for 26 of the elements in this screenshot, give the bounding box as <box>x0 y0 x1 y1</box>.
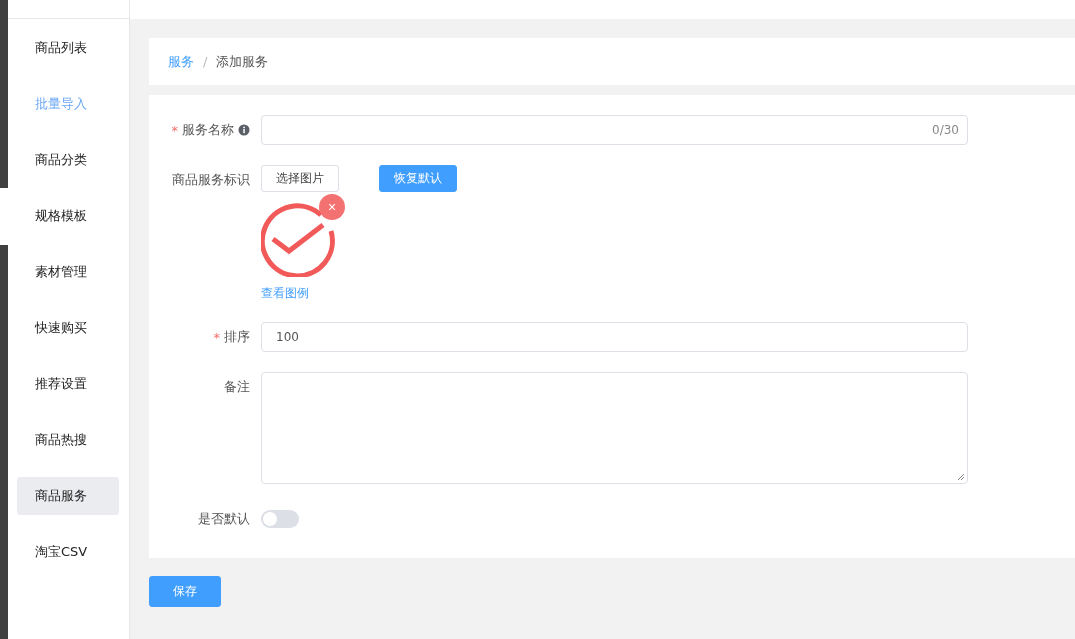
default-toggle[interactable] <box>261 510 299 528</box>
sort-input[interactable]: 100 <box>261 322 968 352</box>
field-label: 商品服务标识 <box>172 171 250 189</box>
sidebar-item[interactable]: 商品服务 <box>17 477 119 515</box>
character-counter: 0/30 <box>932 123 959 137</box>
sidebar-item[interactable]: 商品热搜 <box>17 421 119 459</box>
breadcrumb-separator: / <box>203 54 208 69</box>
sidebar-item[interactable]: 商品分类 <box>17 141 119 179</box>
sidebar-item[interactable]: 规格模板 <box>17 197 119 235</box>
sidebar-item[interactable]: 素材管理 <box>17 253 119 291</box>
check-circle-icon <box>261 201 337 277</box>
required-asterisk: * <box>171 122 178 138</box>
field-label: 服务名称 <box>182 121 234 139</box>
sidebar-item[interactable]: 淘宝CSV <box>17 533 119 571</box>
field-label: 是否默认 <box>198 510 250 528</box>
breadcrumb-current: 添加服务 <box>216 52 269 71</box>
info-icon[interactable] <box>238 124 250 136</box>
field-label: 备注 <box>224 378 250 396</box>
choose-image-button[interactable]: 选择图片 <box>261 165 339 192</box>
sidebar-item[interactable]: 商品列表 <box>17 29 119 67</box>
sidebar-item[interactable]: 推荐设置 <box>17 365 119 403</box>
resize-grip-icon[interactable] <box>957 473 965 481</box>
sidebar-item[interactable]: 快速购买 <box>17 309 119 347</box>
required-asterisk: * <box>213 329 220 345</box>
field-label: 排序 <box>224 328 250 346</box>
name-input[interactable]: 0/30 <box>261 115 968 145</box>
